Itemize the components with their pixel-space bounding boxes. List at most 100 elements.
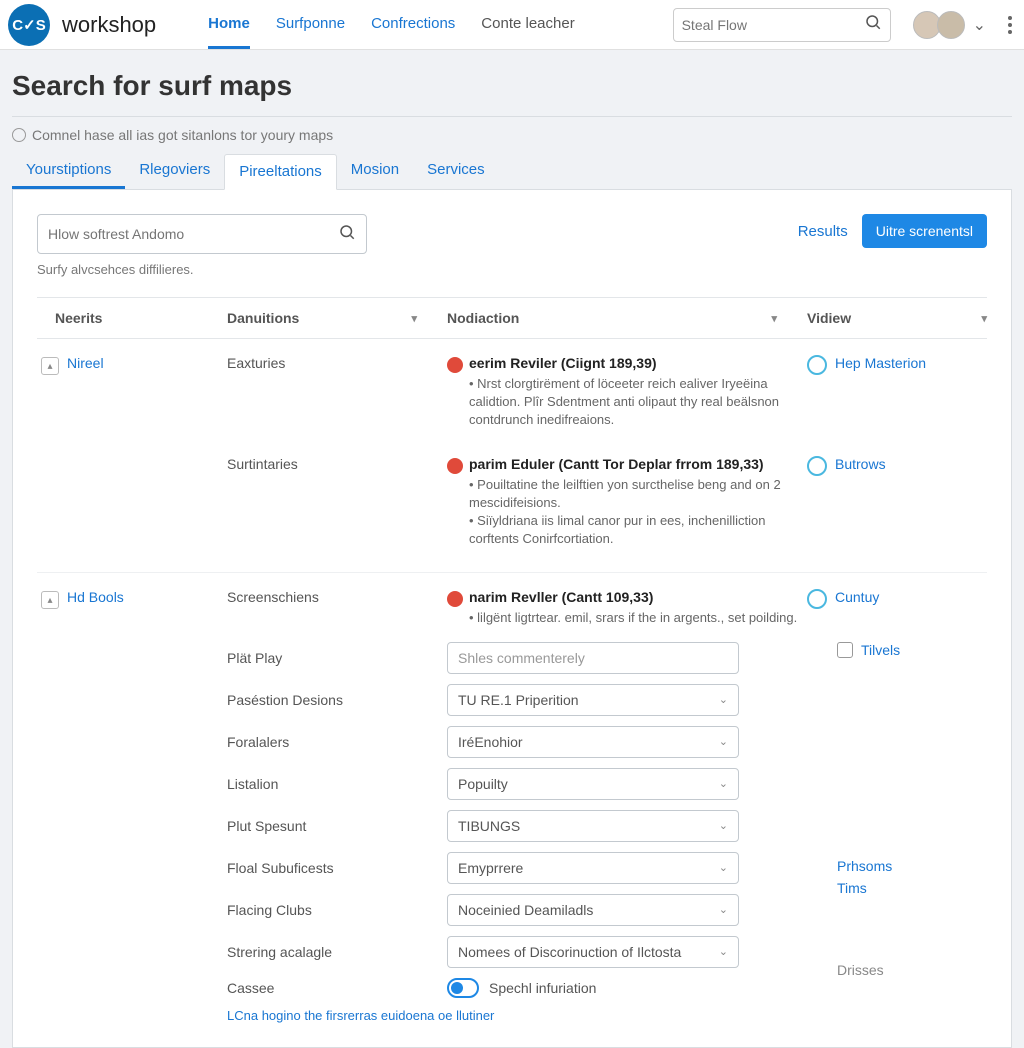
action-link[interactable]: Butrows: [835, 456, 886, 472]
table-header: Neerits Danuitions ▾ Nodiaction ▾ Vidiew ▾: [37, 297, 987, 339]
form-label: Plät Play: [227, 650, 447, 666]
select-dropdown[interactable]: TIBUNGS⌄: [447, 810, 739, 842]
chevron-down-icon: ⌄: [719, 903, 728, 916]
table-row: Surtintaries parim Eduler (Cantt Tor Dep…: [37, 440, 987, 574]
nav-home[interactable]: Home: [208, 1, 250, 49]
action-link[interactable]: Cuntuy: [835, 589, 879, 605]
radio-icon[interactable]: [807, 589, 827, 609]
form-label: Foralalers: [227, 734, 447, 750]
chevron-down-icon[interactable]: ▾: [981, 312, 987, 325]
select-dropdown[interactable]: Emyprrere⌄: [447, 852, 739, 884]
global-search-input[interactable]: [682, 17, 864, 33]
item-description: • lilgënt ligtrtear. emil, srars if the …: [469, 609, 797, 627]
chevron-down-icon: ⌄: [719, 777, 728, 790]
action-link[interactable]: Hep Masterion: [835, 355, 926, 371]
tab-bar: Yourstiptions Rlegoviers Pireeltations M…: [12, 153, 1012, 190]
page-title: Search for surf maps: [12, 70, 1012, 102]
app-logo: C✓S: [8, 4, 50, 46]
tab-mosion[interactable]: Mosion: [337, 153, 413, 189]
form-label: Cassee: [227, 980, 447, 996]
page-content: Search for surf maps Comnel hase all ias…: [0, 50, 1024, 1048]
more-menu-icon[interactable]: [1004, 12, 1016, 38]
top-nav: Home Surfponne Confrections Conte leache…: [208, 1, 575, 49]
col-neerits[interactable]: Neerits: [37, 310, 227, 326]
main-panel: Surfy alvcsehces diffilieres. Results Ui…: [12, 190, 1012, 1048]
form-label: Flacing Clubs: [227, 902, 447, 918]
row-category: Screenschiens: [227, 589, 447, 641]
chevron-down-icon: ⌄: [719, 861, 728, 874]
chevron-down-icon: ⌄: [719, 945, 728, 958]
table-row: ▴ Nireel Eaxturies eerim Reviler (Ciignt…: [37, 339, 987, 440]
top-bar: C✓S workshop Home Surfponne Confrections…: [0, 0, 1024, 50]
footer-link[interactable]: LCna hogino the firsrerras euidoena oe l…: [227, 1008, 494, 1023]
item-description: • Nrst clorgtirëment of löceeter reich e…: [469, 375, 807, 430]
col-vidiew[interactable]: Vidiew: [807, 310, 851, 326]
filter-bar: Surfy alvcsehces diffilieres. Results Ui…: [37, 214, 987, 277]
row-category: Surtintaries: [227, 456, 447, 549]
comment-input[interactable]: Shles commenterely: [447, 642, 739, 674]
chevron-down-icon: ⌄: [719, 693, 728, 706]
tab-rlegoviers[interactable]: Rlegoviers: [125, 153, 224, 189]
filter-hint: Surfy alvcsehces diffilieres.: [37, 262, 367, 277]
form-label: Floal Subuficests: [227, 860, 447, 876]
chevron-down-icon[interactable]: ▾: [771, 312, 777, 325]
select-dropdown[interactable]: Popuilty⌄: [447, 768, 739, 800]
item-title: narim Revller (Cantt 109,33): [469, 589, 797, 605]
side-link[interactable]: Prhsoms: [837, 858, 987, 874]
select-dropdown[interactable]: TU RE.1 Priperition⌄: [447, 684, 739, 716]
select-dropdown[interactable]: IréEnohior⌄: [447, 726, 739, 758]
checkbox-icon[interactable]: [837, 642, 853, 658]
filter-search-input[interactable]: [48, 226, 338, 242]
form-label: Paséstion Desions: [227, 692, 447, 708]
form-label: Strering acalagle: [227, 944, 447, 960]
item-title: parim Eduler (Cantt Tor Deplar frrom 189…: [469, 456, 807, 472]
chevron-down-icon[interactable]: ▾: [411, 312, 417, 325]
avatar[interactable]: [937, 11, 965, 39]
expand-icon[interactable]: ▴: [41, 591, 59, 609]
col-nodiaction[interactable]: Nodiaction: [447, 310, 519, 326]
side-text: Drisses: [837, 962, 884, 978]
radio-icon[interactable]: [12, 128, 26, 142]
search-icon[interactable]: [864, 13, 882, 36]
app-brand: workshop: [62, 12, 156, 38]
row-name-link[interactable]: Hd Bools: [67, 589, 124, 605]
user-avatars[interactable]: ⌄: [919, 11, 992, 39]
side-link[interactable]: Tims: [837, 880, 987, 896]
expand-icon[interactable]: ▴: [41, 357, 59, 375]
status-marker-icon: [447, 458, 463, 474]
divider: [12, 116, 1012, 117]
filter-search[interactable]: [37, 214, 367, 254]
side-link[interactable]: Tilvels: [861, 642, 900, 658]
row-name-link[interactable]: Nireel: [67, 355, 104, 371]
toggle-switch[interactable]: [447, 978, 479, 998]
select-dropdown[interactable]: Nomees of Discorinuction of Ilctosta⌄: [447, 936, 739, 968]
radio-icon[interactable]: [807, 355, 827, 375]
form-label: Listalion: [227, 776, 447, 792]
item-title: eerim Reviler (Ciignt 189,39): [469, 355, 807, 371]
primary-action-button[interactable]: Uitre screnentsl: [862, 214, 987, 248]
chevron-down-icon: ⌄: [719, 819, 728, 832]
page-subtitle-row: Comnel hase all ias got sitanlons tor yo…: [12, 127, 1012, 143]
nav-surfponne[interactable]: Surfponne: [276, 1, 345, 49]
global-search[interactable]: [673, 8, 891, 42]
table-row: ▴ Hd Bools Screenschiens narim Revller (…: [37, 573, 987, 1046]
chevron-down-icon: ⌄: [719, 735, 728, 748]
nav-confrections[interactable]: Confrections: [371, 1, 455, 49]
status-marker-icon: [447, 357, 463, 373]
page-subtitle: Comnel hase all ias got sitanlons tor yo…: [32, 127, 333, 143]
tab-services[interactable]: Services: [413, 153, 499, 189]
chevron-down-icon[interactable]: ⌄: [973, 15, 986, 35]
select-dropdown[interactable]: Noceinied Deamiladls⌄: [447, 894, 739, 926]
form-label: Plut Spesunt: [227, 818, 447, 834]
status-marker-icon: [447, 591, 463, 607]
item-description: • Pouiltatine the leilftien yon surcthel…: [469, 476, 807, 549]
results-link[interactable]: Results: [798, 223, 848, 240]
row-category: Eaxturies: [227, 355, 447, 430]
tab-yourstiptions[interactable]: Yourstiptions: [12, 153, 125, 189]
search-icon[interactable]: [338, 223, 356, 246]
toggle-label: Spechl infuriation: [489, 980, 596, 996]
radio-icon[interactable]: [807, 456, 827, 476]
nav-conte-leacher[interactable]: Conte leacher: [481, 1, 574, 49]
col-danuitions[interactable]: Danuitions: [227, 310, 299, 326]
tab-pireeltations[interactable]: Pireeltations: [224, 154, 337, 190]
